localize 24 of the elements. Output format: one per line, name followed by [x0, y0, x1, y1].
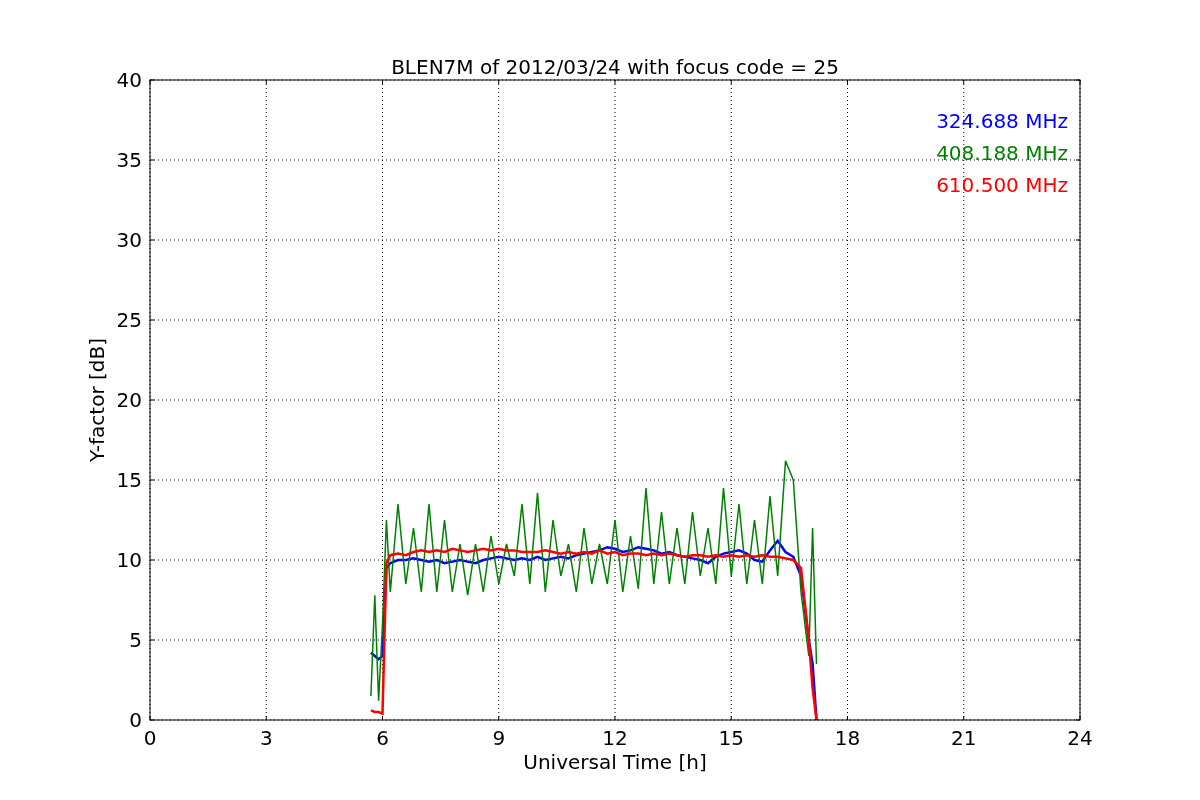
y-tick-label: 40	[116, 68, 142, 92]
x-tick-label: 0	[143, 726, 157, 750]
y-tick-label: 20	[116, 388, 142, 412]
y-tick-label: 10	[116, 548, 142, 572]
legend-label: 324.688 MHz	[936, 109, 1068, 133]
legend-label: 408.188 MHz	[936, 141, 1068, 165]
chart-title: BLEN7M of 2012/03/24 with focus code = 25	[391, 55, 839, 79]
x-tick-label: 21	[951, 726, 977, 750]
y-axis-label: Y-factor [dB]	[85, 338, 109, 462]
x-tick-label: 9	[492, 726, 506, 750]
x-tick-label: 15	[718, 726, 744, 750]
legend-label: 610.500 MHz	[936, 173, 1068, 197]
x-tick-label: 24	[1067, 726, 1093, 750]
x-tick-label: 3	[259, 726, 273, 750]
y-tick-label: 5	[129, 628, 142, 652]
y-tick-label: 30	[116, 228, 142, 252]
y-tick-label: 15	[116, 468, 142, 492]
x-tick-label: 18	[834, 726, 861, 750]
y-tick-label: 25	[116, 308, 142, 332]
x-tick-label: 6	[376, 726, 389, 750]
y-tick-label: 35	[116, 148, 142, 172]
x-tick-label: 12	[602, 726, 628, 750]
y-tick-label: 0	[129, 708, 142, 732]
x-axis-label: Universal Time [h]	[523, 750, 707, 774]
